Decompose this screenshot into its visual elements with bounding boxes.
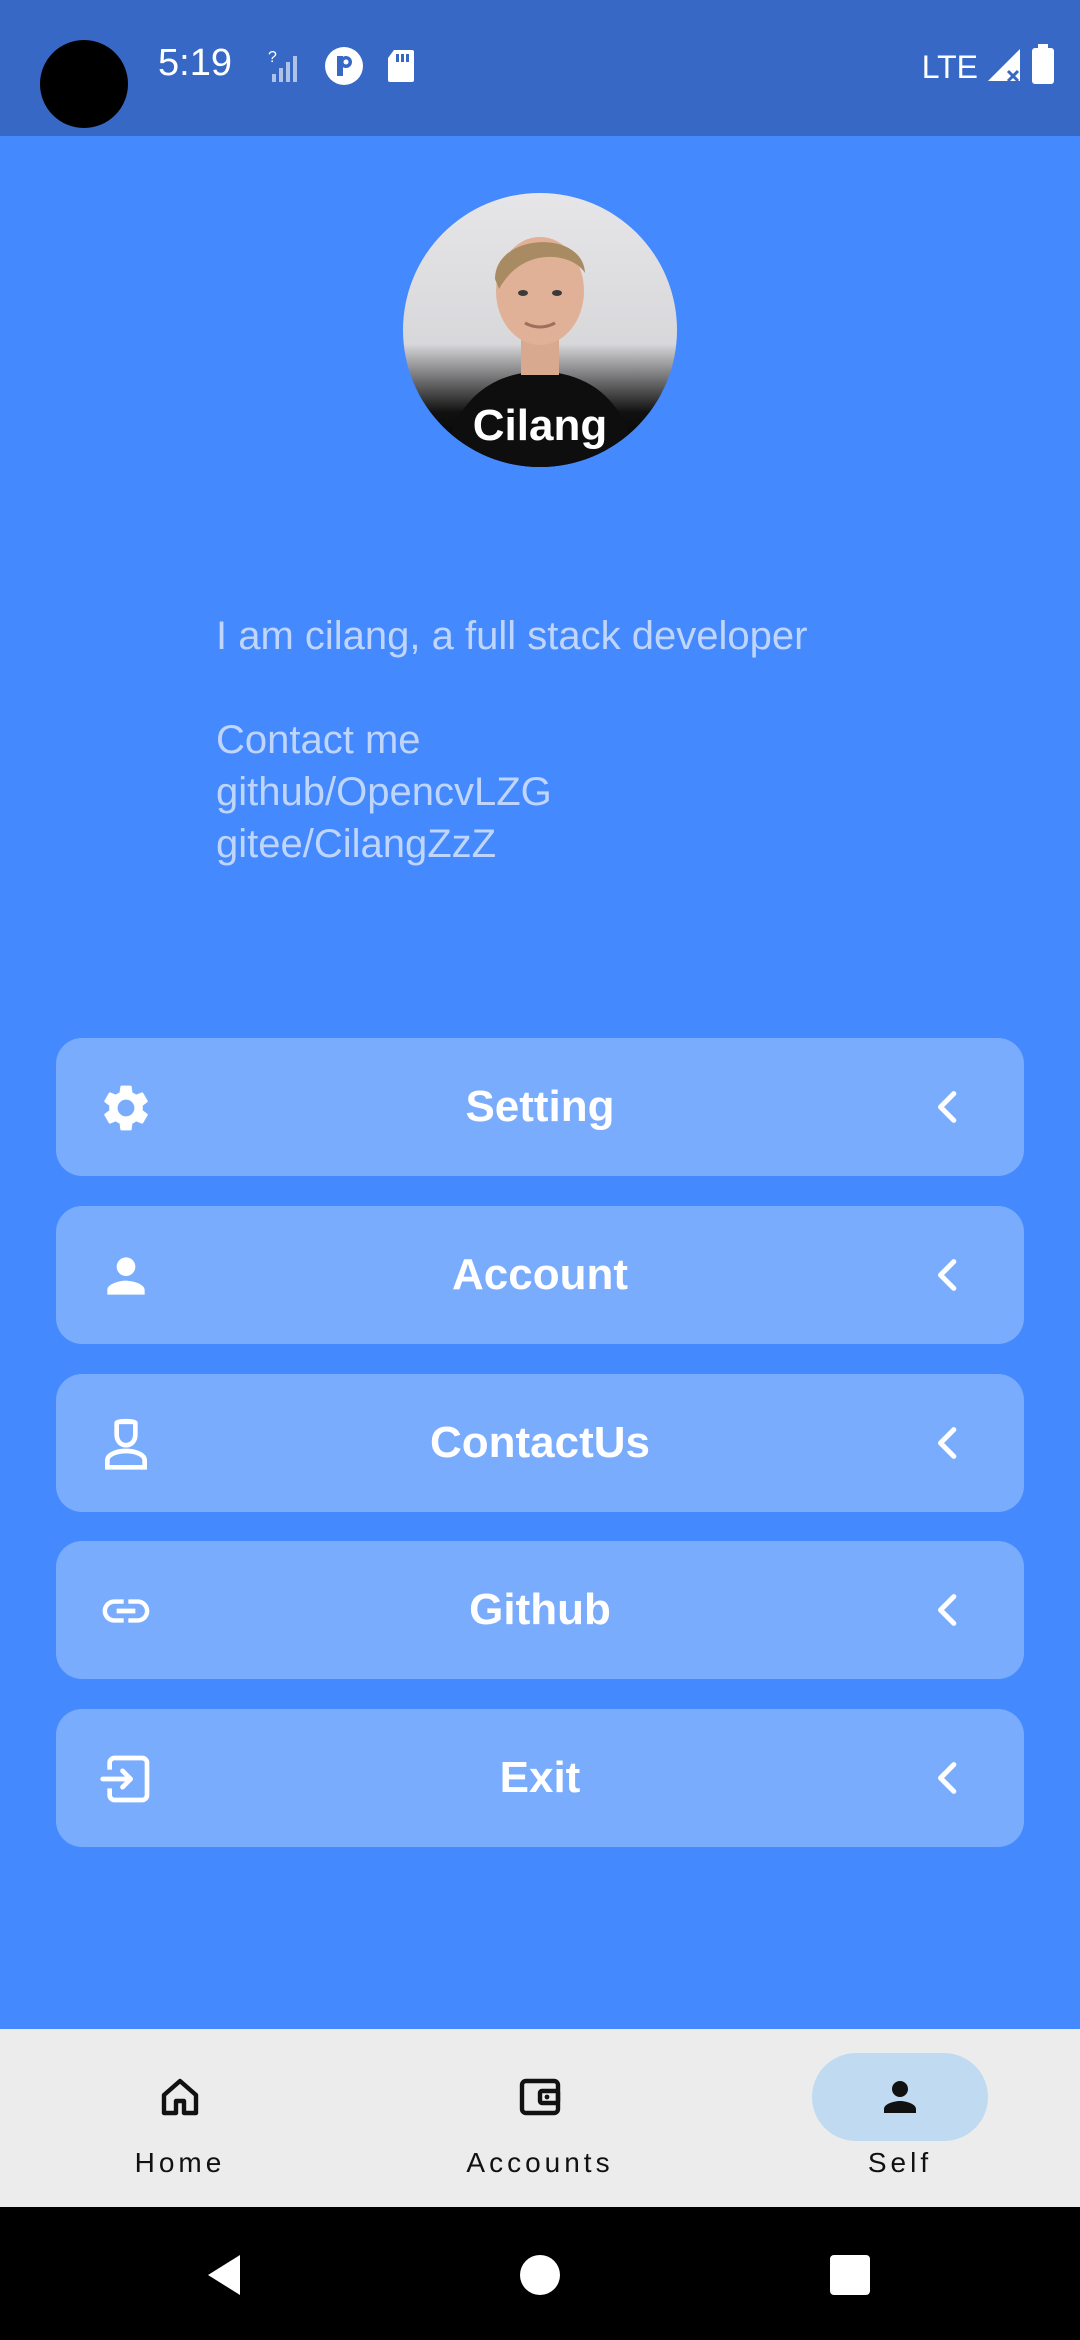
profile-avatar[interactable]: Cilang (403, 193, 677, 467)
status-time: 5:19 (158, 42, 232, 84)
profile-bio: I am cilang, a full stack developer Cont… (216, 610, 996, 870)
app-badge-icon (324, 46, 364, 91)
chevron-left-icon (928, 1423, 968, 1463)
menu-item-contactus[interactable]: ContactUs (56, 1374, 1024, 1512)
menu-item-label: Exit (499, 1753, 581, 1802)
bio-contact-heading: Contact me (216, 718, 421, 762)
home-icon (156, 2073, 204, 2121)
sd-card-icon (386, 48, 416, 89)
back-icon[interactable] (200, 2251, 248, 2299)
nav-label: Accounts (466, 2147, 614, 2178)
svg-text:?: ? (268, 49, 277, 66)
menu-item-exit[interactable]: Exit (56, 1709, 1024, 1847)
bio-github: github/OpencvLZG (216, 770, 552, 814)
nav-item-accounts[interactable]: Accounts (390, 2029, 690, 2207)
network-type: LTE (921, 49, 978, 85)
battery-icon (1030, 44, 1056, 91)
wallet-icon (516, 2073, 564, 2121)
profile-name: Cilang (472, 401, 608, 450)
chevron-left-icon (928, 1255, 968, 1295)
camera-cutout (40, 40, 128, 128)
menu-item-label: Account (452, 1250, 628, 1299)
menu-item-setting[interactable]: Setting (56, 1038, 1024, 1176)
recents-icon[interactable] (826, 2251, 874, 2299)
bio-intro: I am cilang, a full stack developer (216, 614, 808, 658)
system-nav-bar (0, 2207, 1080, 2340)
bio-gitee: gitee/CilangZzZ (216, 822, 497, 866)
status-icons-right: LTE (922, 44, 1056, 91)
home-button-icon[interactable] (516, 2251, 564, 2299)
nav-label: Self (867, 2147, 933, 2178)
status-icons-left: ? (266, 46, 416, 91)
cell-signal-icon (984, 45, 1024, 90)
menu-item-label: Setting (465, 1082, 615, 1131)
nav-item-self[interactable]: Self (750, 2029, 1050, 2207)
bottom-nav: Home Accounts Self (0, 2029, 1080, 2207)
menu-item-label: ContactUs (429, 1418, 651, 1467)
person-icon (876, 2073, 924, 2121)
chevron-left-icon (928, 1758, 968, 1798)
chevron-left-icon (928, 1087, 968, 1127)
chevron-left-icon (928, 1590, 968, 1630)
signal-unknown-icon: ? (266, 48, 302, 89)
menu-item-github[interactable]: Github (56, 1541, 1024, 1679)
menu-item-account[interactable]: Account (56, 1206, 1024, 1344)
menu-item-label: Github (469, 1585, 611, 1634)
status-bar: 5:19 ? LTE (0, 0, 1080, 136)
nav-item-home[interactable]: Home (30, 2029, 330, 2207)
nav-label: Home (134, 2147, 226, 2178)
